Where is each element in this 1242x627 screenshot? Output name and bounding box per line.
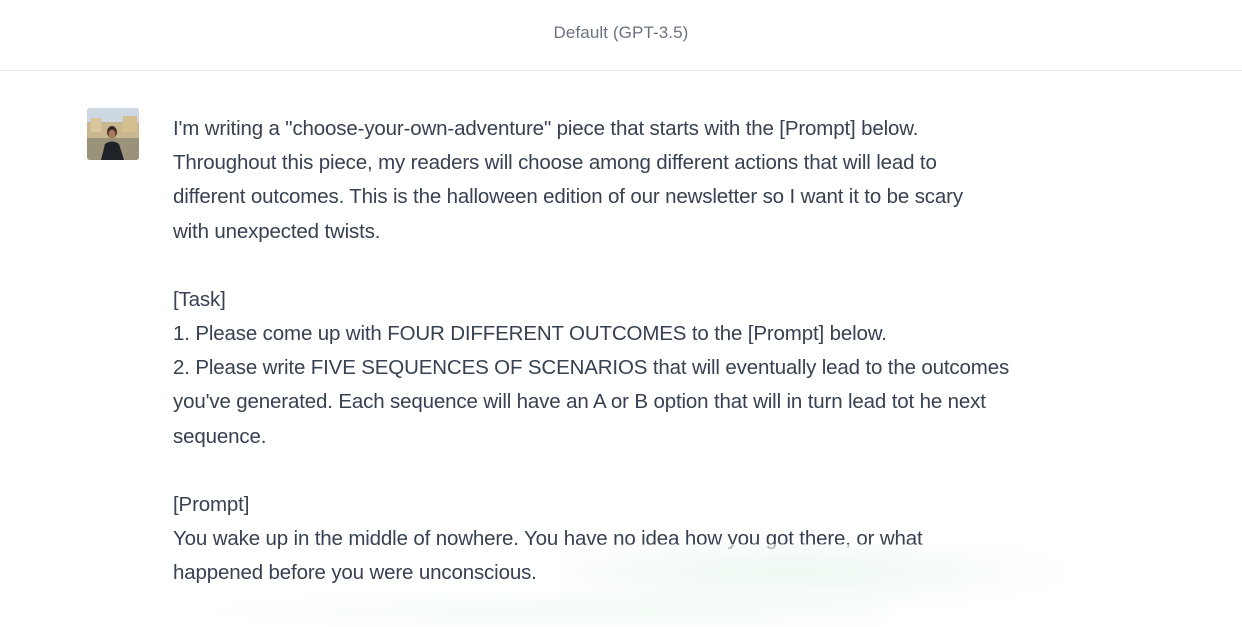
user-message-row: I'm writing a "choose-your-own-adventure…	[0, 72, 1242, 627]
prompt-paragraph: [Prompt] You wake up in the middle of no…	[173, 488, 1103, 591]
task-line: sequence.	[173, 424, 267, 448]
user-avatar	[87, 108, 139, 160]
task-line: 1. Please come up with FOUR DIFFERENT OU…	[173, 322, 887, 346]
faded-overlay	[170, 587, 890, 627]
user-avatar-photo-icon	[87, 108, 139, 160]
task-paragraph: [Task] 1. Please come up with FOUR DIFFE…	[173, 283, 1103, 454]
intro-line: Throughout this piece, my readers will c…	[173, 151, 937, 175]
prompt-line: happened before you were unconscious.	[173, 561, 537, 585]
prompt-heading: [Prompt]	[173, 492, 250, 516]
intro-line: different outcomes. This is the hallowee…	[173, 185, 963, 209]
task-heading: [Task]	[173, 287, 226, 311]
prompt-line: You wake up in the middle of nowhere. Yo…	[173, 527, 923, 551]
user-message-text: I'm writing a "choose-your-own-adventure…	[173, 112, 1103, 590]
model-label[interactable]: Default (GPT-3.5)	[554, 23, 689, 43]
model-header: Default (GPT-3.5)	[0, 0, 1242, 71]
task-line: you've generated. Each sequence will hav…	[173, 390, 986, 414]
intro-line: I'm writing a "choose-your-own-adventure…	[173, 117, 919, 140]
intro-line: with unexpected twists.	[173, 219, 381, 243]
intro-paragraph: I'm writing a "choose-your-own-adventure…	[173, 112, 1103, 249]
task-line: 2. Please write FIVE SEQUENCES OF SCENAR…	[173, 356, 1010, 380]
